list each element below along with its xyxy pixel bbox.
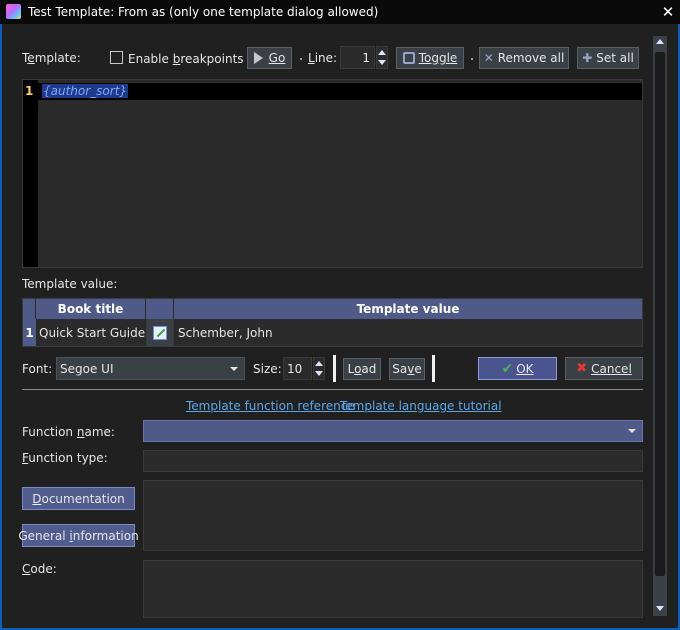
- font-label: Font:: [22, 362, 53, 376]
- font-combo-value: Segoe UI: [60, 362, 114, 376]
- code-text-area[interactable]: [143, 560, 643, 618]
- line-value: 1: [362, 51, 370, 65]
- save-button-label: Save: [392, 362, 422, 376]
- go-button[interactable]: Go: [247, 47, 292, 69]
- spin-up-icon[interactable]: [378, 50, 386, 55]
- function-name-combo[interactable]: [143, 420, 643, 442]
- close-icon[interactable]: ✕: [656, 1, 680, 23]
- set-all-icon: ✚: [582, 51, 593, 65]
- cell-template-value[interactable]: Schember, John: [178, 319, 640, 346]
- code-label: Code:: [22, 562, 57, 576]
- spin-down-icon[interactable]: [378, 60, 386, 65]
- toggle-button[interactable]: Toggle: [396, 47, 464, 69]
- column-header-book-title[interactable]: Book title: [36, 299, 146, 319]
- toolbar-separator: [300, 58, 302, 60]
- documentation-text-area[interactable]: [143, 480, 643, 551]
- ok-button[interactable]: ✔ OK: [478, 357, 557, 380]
- play-icon: [253, 52, 263, 64]
- load-button-label: Load: [347, 362, 377, 376]
- line-spinbox-buttons[interactable]: [376, 46, 388, 69]
- line-label: Line:: [308, 51, 338, 65]
- separator-bar: [333, 355, 336, 382]
- template-value-table: Book title Template value 1 Quick Start …: [22, 298, 643, 347]
- function-type-label: Function type:: [22, 451, 108, 465]
- set-all-button[interactable]: ✚ Set all: [577, 47, 639, 69]
- column-header-edit: [146, 299, 174, 319]
- documentation-button[interactable]: Documentation: [22, 487, 135, 510]
- toggle-button-label: Toggle: [418, 51, 458, 65]
- line-number: 1: [25, 84, 34, 98]
- scroll-up-icon[interactable]: [656, 39, 664, 44]
- toggle-breakpoint-icon: [402, 52, 415, 64]
- template-value-label: Template value:: [22, 277, 118, 291]
- chevron-down-icon: [628, 429, 636, 433]
- scrollbar-thumb[interactable]: [655, 52, 665, 576]
- toolbar-separator: [239, 58, 241, 60]
- current-line-highlight: [38, 83, 642, 100]
- cancel-x-icon: ✖: [576, 361, 588, 376]
- size-value: 10: [287, 362, 303, 376]
- function-type-field: [143, 450, 643, 472]
- set-all-button-label: Set all: [596, 51, 634, 65]
- calibre-app-icon: [6, 4, 21, 19]
- line-number-gutter: [23, 80, 38, 267]
- scroll-down-icon[interactable]: [656, 606, 664, 611]
- size-spinbox-buttons[interactable]: [313, 357, 325, 380]
- remove-all-icon: ✕: [483, 51, 494, 65]
- font-combo[interactable]: Segoe UI: [56, 357, 245, 380]
- go-button-label: Go: [268, 51, 286, 65]
- separator-bar: [432, 355, 435, 382]
- cancel-button-label: Cancel: [591, 361, 632, 376]
- pencil-edit-icon: [153, 325, 167, 340]
- function-name-label: Function name:: [22, 425, 115, 439]
- template-code[interactable]: {author_sort}: [42, 84, 129, 98]
- cell-book-title[interactable]: Quick Start Guide: [37, 319, 146, 346]
- line-spinbox[interactable]: 1: [340, 46, 375, 69]
- checkmark-icon: ✔: [501, 360, 514, 377]
- toolbar-separator: [471, 58, 473, 60]
- general-information-button[interactable]: General information: [18, 524, 139, 547]
- save-button[interactable]: Save: [389, 358, 425, 380]
- size-spinbox[interactable]: 10: [283, 357, 312, 380]
- general-information-button-label: General information: [18, 528, 139, 543]
- load-button[interactable]: Load: [343, 358, 381, 380]
- row-header: 1: [23, 319, 36, 346]
- remove-all-button-label: Remove all: [497, 51, 565, 65]
- enable-breakpoints-checkbox[interactable]: [110, 51, 123, 64]
- size-label: Size:: [253, 362, 282, 376]
- template-language-tutorial-link[interactable]: Template language tutorial: [340, 399, 502, 413]
- ok-button-label: OK: [516, 361, 534, 376]
- spin-down-icon[interactable]: [315, 371, 323, 376]
- cancel-button[interactable]: ✖ Cancel: [565, 357, 643, 380]
- template-label: Template:: [22, 51, 81, 65]
- documentation-button-label: Documentation: [32, 491, 125, 506]
- spin-up-icon[interactable]: [315, 361, 323, 366]
- edit-book-button[interactable]: [146, 319, 174, 346]
- template-editor[interactable]: 1 {author_sort}: [22, 79, 643, 268]
- column-header-template-value[interactable]: Template value: [174, 299, 642, 319]
- remove-all-button[interactable]: ✕ Remove all: [479, 47, 569, 69]
- chevron-down-icon: [230, 367, 238, 371]
- horizontal-divider: [22, 389, 643, 390]
- enable-breakpoints-label[interactable]: Enable breakpoints: [128, 52, 244, 66]
- table-corner: [23, 299, 36, 319]
- template-function-reference-link[interactable]: Template function reference: [186, 399, 355, 413]
- window-title: Test Template: From as (only one templat…: [28, 5, 379, 19]
